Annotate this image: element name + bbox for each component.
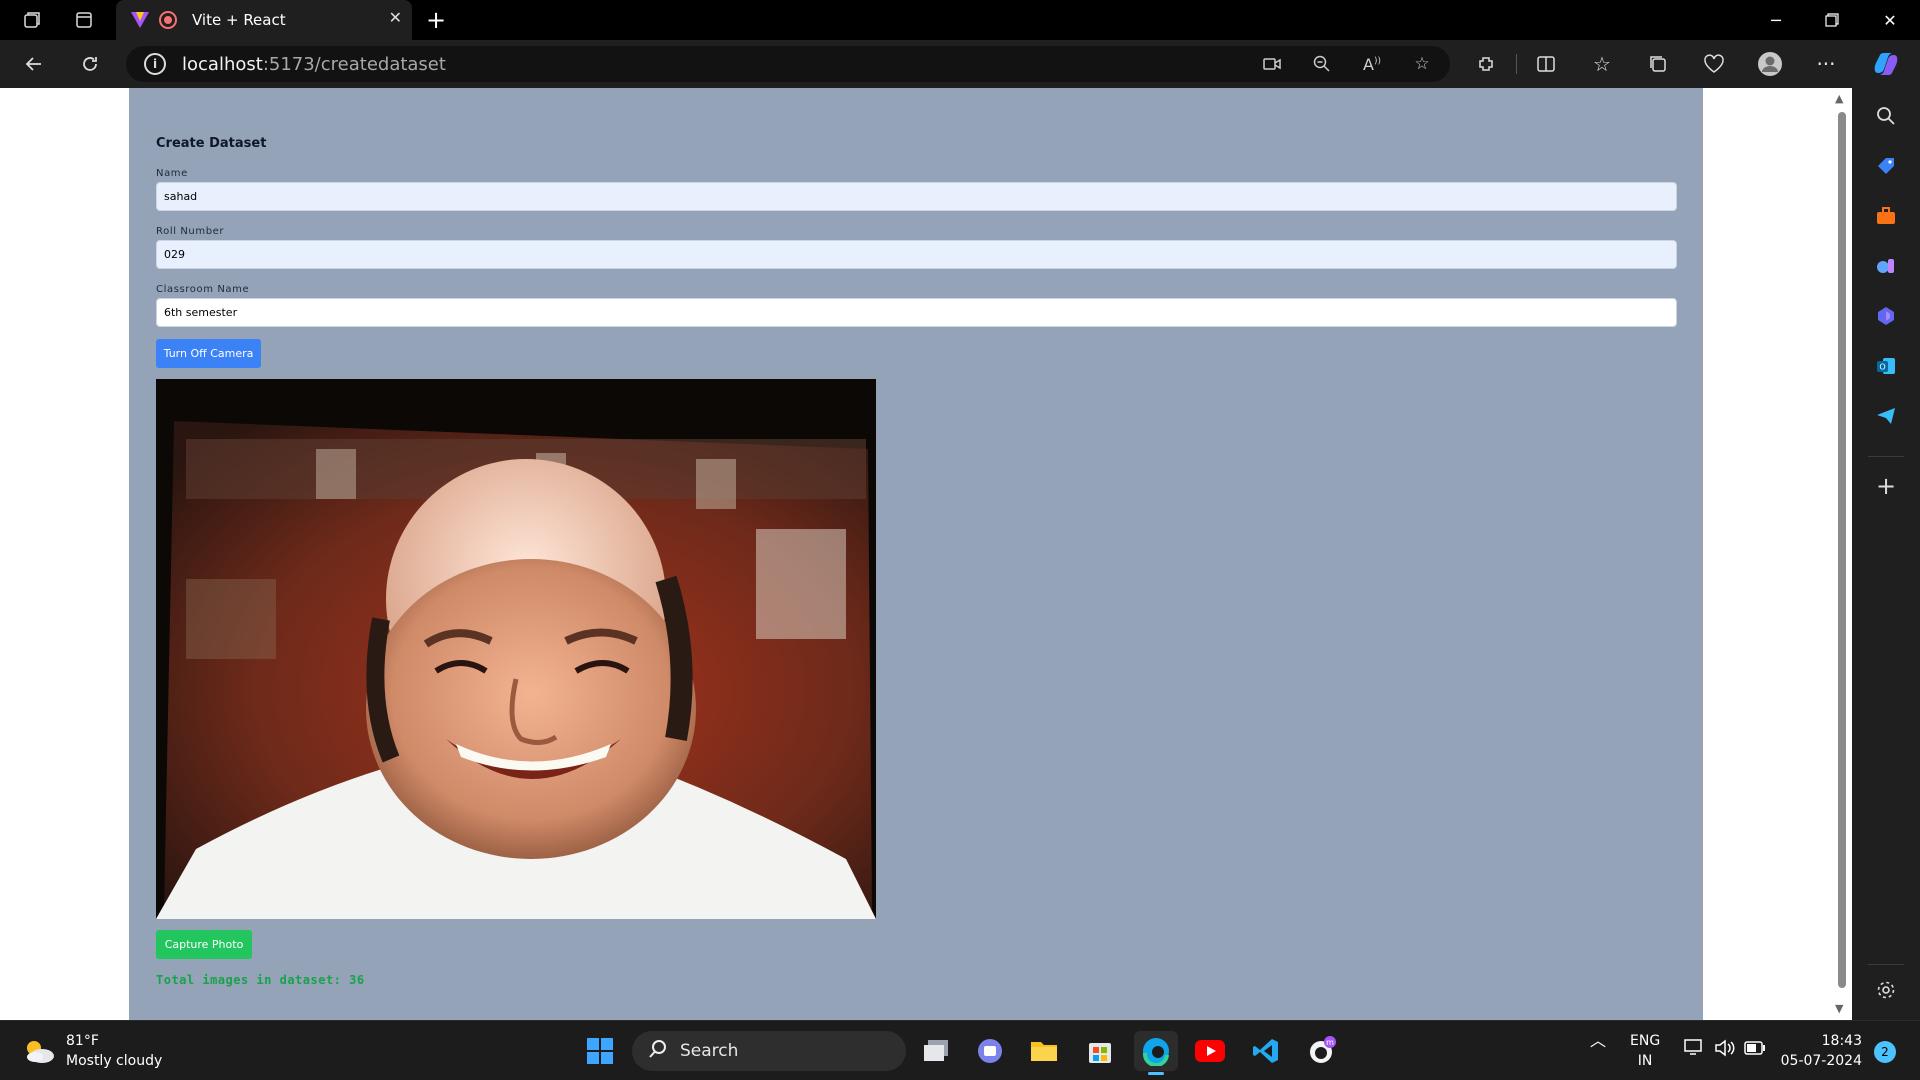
clock-date: 05-07-2024 bbox=[1780, 1053, 1862, 1069]
svg-text:O: O bbox=[1879, 363, 1885, 372]
github-desktop-icon[interactable]: m bbox=[1300, 1031, 1344, 1071]
battery-icon[interactable] bbox=[1744, 1041, 1766, 1061]
youtube-icon[interactable] bbox=[1188, 1031, 1232, 1071]
site-info-icon[interactable]: i bbox=[144, 53, 166, 75]
profile-avatar-icon[interactable] bbox=[1752, 48, 1788, 80]
new-tab-button[interactable]: + bbox=[420, 4, 452, 36]
webcam-frame-image bbox=[156, 379, 876, 919]
toolbar-divider bbox=[1516, 54, 1517, 74]
name-label: Name bbox=[156, 168, 188, 179]
tab-actions-icon[interactable] bbox=[64, 4, 104, 36]
sidebar-search-icon[interactable] bbox=[1870, 100, 1902, 132]
sidebar-settings-gear-icon[interactable] bbox=[1870, 974, 1902, 1006]
webcam-video-feed bbox=[156, 379, 876, 919]
windows-taskbar: 81°F Mostly cloudy Search m ︿ ENG IN 18:… bbox=[0, 1020, 1920, 1080]
close-tab-icon[interactable]: ✕ bbox=[389, 8, 402, 27]
show-hidden-icons-chevron-icon[interactable]: ︿ bbox=[1590, 1031, 1606, 1051]
favorites-icon[interactable]: ☆ bbox=[1584, 48, 1620, 80]
games-icon[interactable] bbox=[1870, 250, 1902, 282]
dataset-count-text: Total images in dataset: 36 bbox=[156, 973, 365, 987]
shopping-tag-icon[interactable] bbox=[1870, 150, 1902, 182]
collections-icon[interactable] bbox=[1640, 48, 1676, 80]
search-icon bbox=[648, 1039, 668, 1064]
scroll-thumb[interactable] bbox=[1838, 112, 1846, 988]
extensions-icon[interactable] bbox=[1468, 48, 1504, 80]
zoom-out-icon[interactable] bbox=[1308, 54, 1336, 74]
read-aloud-icon[interactable]: A)) bbox=[1358, 54, 1386, 74]
favorite-star-icon[interactable]: ☆ bbox=[1408, 54, 1436, 74]
edge-browser-icon[interactable] bbox=[1134, 1031, 1178, 1075]
back-icon[interactable] bbox=[16, 48, 52, 80]
recording-icon bbox=[159, 11, 177, 29]
classroom-name-label: Classroom Name bbox=[156, 284, 250, 295]
browser-essentials-icon[interactable] bbox=[1696, 48, 1732, 80]
roll-number-label: Roll Number bbox=[156, 226, 225, 237]
tab-title: Vite + React bbox=[192, 11, 286, 29]
task-view-icon[interactable] bbox=[914, 1031, 958, 1071]
microsoft-365-icon[interactable] bbox=[1870, 300, 1902, 332]
language-indicator[interactable]: ENG IN bbox=[1630, 1031, 1660, 1071]
sidebar-divider bbox=[1868, 456, 1904, 457]
name-input[interactable]: sahad bbox=[156, 182, 1677, 211]
url-host: localhost bbox=[182, 53, 263, 75]
settings-more-icon[interactable]: ··· bbox=[1808, 48, 1844, 80]
navigation-bar: i localhost:5173/createdataset A)) ☆ ☆ ·… bbox=[0, 40, 1920, 88]
url-text[interactable]: localhost:5173/createdataset bbox=[182, 54, 446, 75]
vscode-icon[interactable] bbox=[1244, 1031, 1288, 1071]
taskbar-search-box[interactable]: Search bbox=[632, 1031, 906, 1071]
teams-chat-icon[interactable] bbox=[968, 1031, 1012, 1071]
copilot-icon[interactable] bbox=[1868, 48, 1904, 80]
search-placeholder: Search bbox=[680, 1041, 739, 1061]
capture-photo-button[interactable]: Capture Photo bbox=[156, 930, 252, 959]
volume-icon[interactable] bbox=[1714, 1039, 1736, 1063]
add-sidebar-app-icon[interactable]: + bbox=[1870, 470, 1902, 502]
turn-off-camera-button[interactable]: Turn Off Camera bbox=[156, 339, 261, 368]
edge-sidebar: O + bbox=[1852, 88, 1920, 1020]
microsoft-store-icon[interactable] bbox=[1078, 1031, 1122, 1071]
vite-logo-icon bbox=[131, 12, 149, 28]
weather-temperature: 81°F bbox=[66, 1033, 99, 1049]
partly-cloudy-icon bbox=[22, 1038, 56, 1064]
split-screen-icon[interactable] bbox=[1528, 48, 1564, 80]
weather-widget[interactable]: 81°F Mostly cloudy bbox=[22, 1031, 162, 1071]
tools-briefcase-icon[interactable] bbox=[1870, 200, 1902, 232]
scroll-down-icon[interactable]: ▼ bbox=[1835, 1002, 1843, 1015]
title-bar: Vite + React ✕ + ─ ✕ bbox=[0, 0, 1920, 40]
send-telegram-icon[interactable] bbox=[1870, 400, 1902, 432]
notification-badge[interactable]: 2 bbox=[1874, 1041, 1896, 1063]
outlook-icon[interactable]: O bbox=[1870, 350, 1902, 382]
refresh-icon[interactable] bbox=[72, 48, 108, 80]
create-dataset-panel: Create Dataset Name sahad Roll Number 02… bbox=[129, 88, 1703, 1020]
weather-condition: Mostly cloudy bbox=[66, 1053, 163, 1069]
network-icon[interactable] bbox=[1684, 1039, 1704, 1063]
restore-button[interactable] bbox=[1804, 0, 1860, 40]
page-title: Create Dataset bbox=[156, 136, 267, 151]
tab-vite-react[interactable]: Vite + React ✕ bbox=[116, 0, 412, 40]
roll-number-input[interactable]: 029 bbox=[156, 240, 1677, 269]
url-path: :5173/createdataset bbox=[262, 53, 446, 75]
clock[interactable]: 18:43 05-07-2024 bbox=[1780, 1031, 1862, 1071]
active-app-indicator bbox=[1148, 1072, 1164, 1075]
close-window-button[interactable]: ✕ bbox=[1862, 0, 1918, 40]
language-code: ENG bbox=[1630, 1033, 1661, 1049]
page-scrollbar[interactable]: ▲ ▼ bbox=[1832, 88, 1852, 1020]
camera-in-use-icon[interactable] bbox=[1258, 54, 1286, 74]
windows-start-icon[interactable] bbox=[578, 1031, 622, 1071]
classroom-name-input[interactable]: 6th semester bbox=[156, 298, 1677, 327]
minimize-button[interactable]: ─ bbox=[1748, 0, 1804, 40]
workspaces-icon[interactable] bbox=[12, 4, 52, 36]
page-viewport: Create Dataset Name sahad Roll Number 02… bbox=[0, 88, 1852, 1020]
file-explorer-icon[interactable] bbox=[1022, 1031, 1066, 1071]
scroll-up-icon[interactable]: ▲ bbox=[1835, 92, 1843, 105]
svg-text:m: m bbox=[1326, 1038, 1334, 1047]
region-code: IN bbox=[1637, 1053, 1653, 1069]
sidebar-divider bbox=[1868, 964, 1904, 965]
clock-time: 18:43 bbox=[1821, 1033, 1862, 1049]
address-bar[interactable]: i localhost:5173/createdataset A)) ☆ bbox=[126, 46, 1450, 82]
